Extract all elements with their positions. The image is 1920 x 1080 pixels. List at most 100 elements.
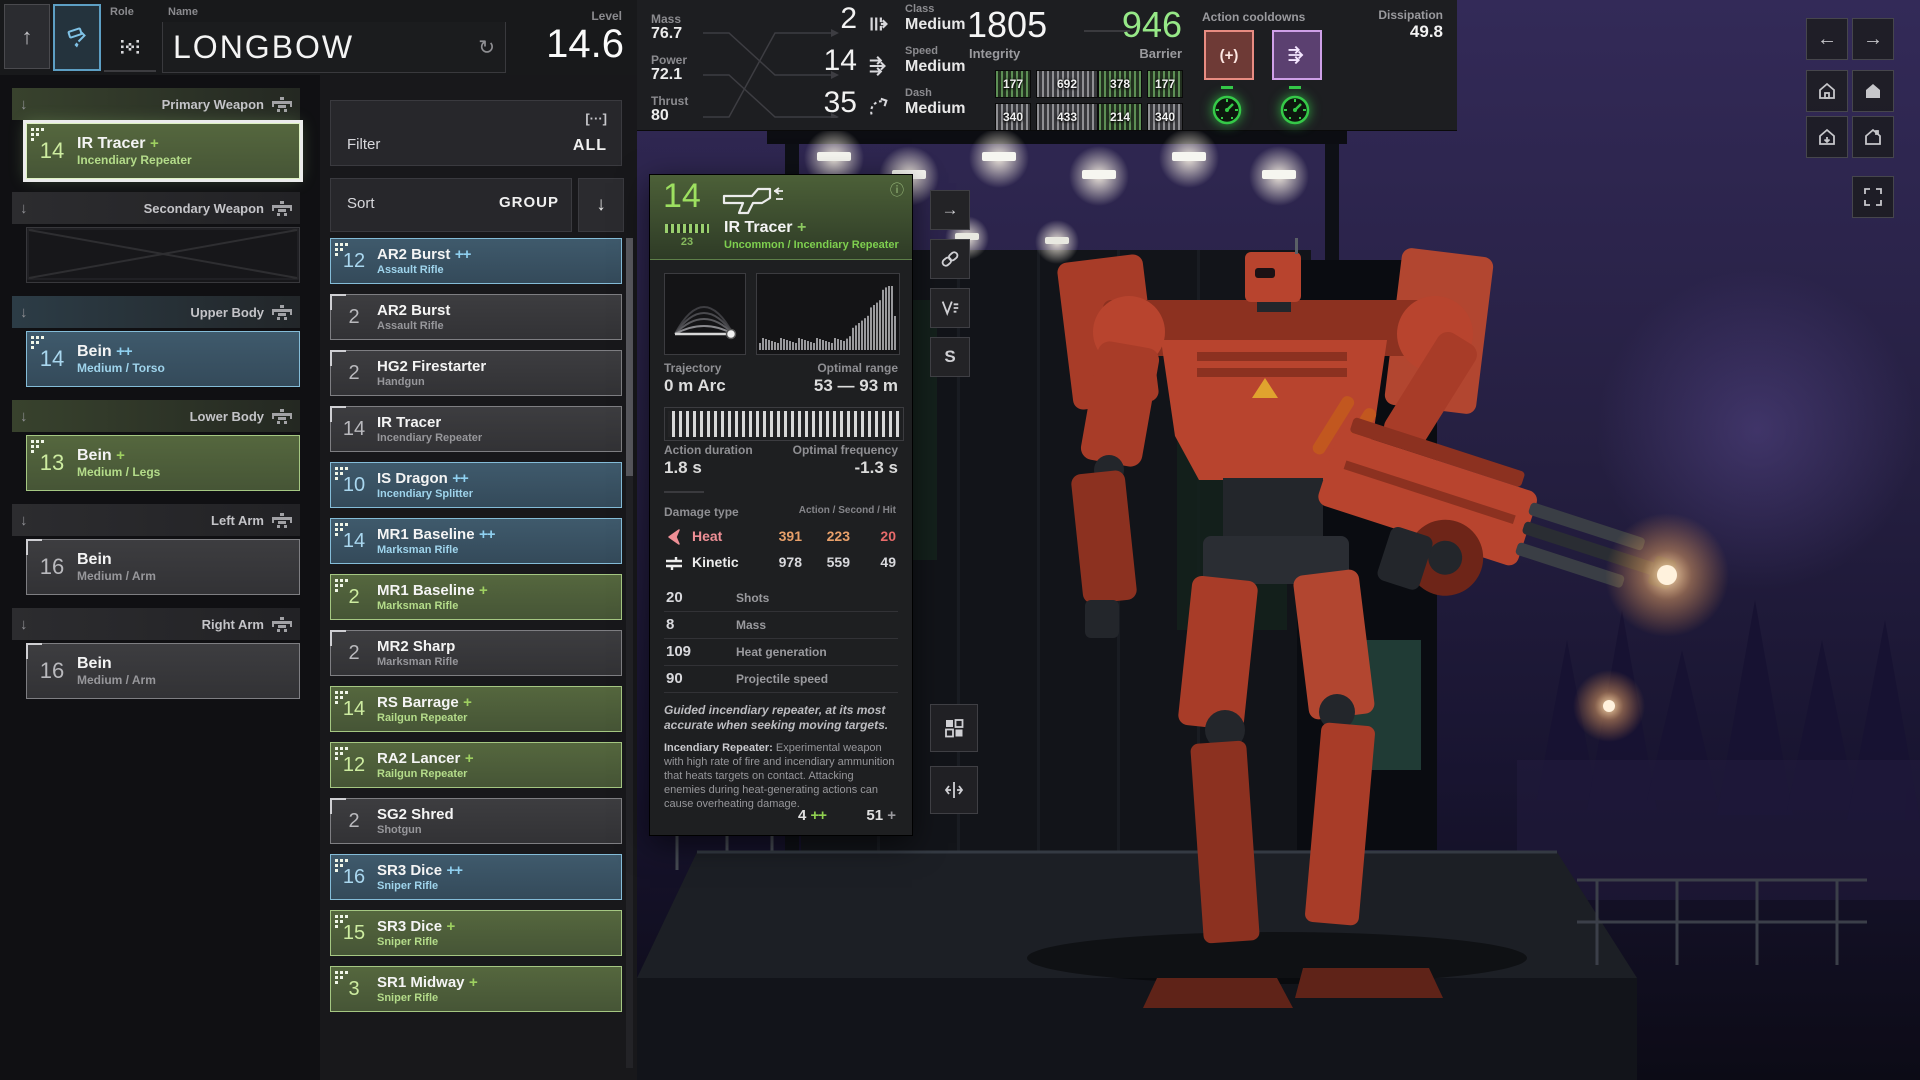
detail-rarity-line: Uncommon / Incendiary Repeater [724, 239, 899, 251]
cooldown-dash-button[interactable] [1272, 30, 1322, 80]
corner-dots [335, 691, 338, 694]
weapon-list-item[interactable]: 10 IS Dragon ++ Incendiary Splitter [330, 462, 622, 508]
variant-button[interactable] [930, 288, 970, 328]
filter-control[interactable]: Filter [···] ALL [330, 100, 622, 166]
vitals-block: 340 [1147, 103, 1183, 131]
vitals-block: 177 [1147, 70, 1183, 98]
corner-dots [335, 747, 338, 750]
item-level: 14 [27, 346, 77, 372]
plus-paren-icon: (+) [1220, 47, 1239, 64]
equipped-item[interactable]: 14 Bein ++ Medium / Torso [26, 331, 300, 387]
filter-label: Filter [347, 136, 380, 153]
stat-value: 8 [666, 616, 674, 633]
weapon-list-item[interactable]: 2 MR2 Sharp Marksman Rifle [330, 630, 622, 676]
dash-icon [867, 96, 891, 120]
weapon-list-item[interactable]: 12 RA2 Lancer + Railgun Repeater [330, 742, 622, 788]
item-level: 10 [331, 474, 377, 497]
unit-name-field[interactable]: LONGBOW ↻ [162, 22, 506, 73]
stat-label: Projectile speed [736, 672, 828, 686]
expand-icon [1861, 185, 1885, 209]
weapon-list-item[interactable]: 2 MR1 Baseline + Marksman Rifle [330, 574, 622, 620]
power-label: Power [651, 53, 687, 67]
weapon-list-item[interactable]: 14 MR1 Baseline ++ Marksman Rifle [330, 518, 622, 564]
corner-trim [330, 294, 346, 310]
vitals-block: 177 [995, 70, 1031, 98]
kinetic-icon [664, 554, 684, 572]
empty-cross-icon [27, 228, 299, 280]
integrity-value: 1805 [967, 4, 1047, 46]
weapon-list-item[interactable]: 16 SR3 Dice ++ Sniper Rifle [330, 854, 622, 900]
item-subtype: Incendiary Repeater [77, 153, 192, 167]
detail-weapon-name: IR Tracer + [724, 219, 806, 237]
item-subtype: Shotgun [377, 824, 454, 836]
weapon-list-item[interactable]: 14 IR Tracer Incendiary Repeater [330, 406, 622, 452]
vitals-block: 692 [1036, 70, 1098, 98]
item-name: IR Tracer [377, 414, 441, 431]
next-unit-button[interactable]: → [1852, 18, 1894, 60]
power-value: 72.1 [651, 66, 682, 84]
damage-second: 223 [827, 528, 850, 544]
weapon-list-item[interactable]: 2 HG2 Firestarter Handgun [330, 350, 622, 396]
vitals-block: 433 [1036, 103, 1098, 131]
equipped-item[interactable]: 14 IR Tracer + Incendiary Repeater [26, 123, 300, 179]
prev-unit-button[interactable]: ← [1806, 18, 1848, 60]
base-alt-button[interactable] [1852, 116, 1894, 158]
corner-dots [31, 128, 34, 131]
vitals-block-value: 177 [1003, 77, 1023, 91]
weapon-list-item[interactable]: 12 AR2 Burst ++ Assault Rifle [330, 238, 622, 284]
item-level: 13 [27, 450, 77, 476]
item-rarity-plus: ++ [116, 343, 132, 360]
weapon-list-item[interactable]: 15 SR3 Dice + Sniper Rifle [330, 910, 622, 956]
item-subtype: Medium / Arm [77, 673, 156, 687]
weapon-list: 12 AR2 Burst ++ Assault Rifle 2 AR2 Burs… [330, 238, 622, 1022]
class-icon [867, 12, 891, 36]
sort-control[interactable]: Sort GROUP [330, 178, 572, 232]
item-name: Bein [77, 447, 112, 464]
down-arrow-icon: ↓ [596, 194, 606, 216]
corner-dots [335, 915, 338, 918]
role-selector[interactable] [104, 24, 156, 72]
corner-trim [330, 798, 346, 814]
weapon-list-item[interactable]: 14 RS Barrage + Railgun Repeater [330, 686, 622, 732]
modules-grid-button[interactable] [930, 704, 978, 752]
link-button[interactable] [930, 239, 970, 279]
sort-direction-button[interactable]: ↓ [578, 178, 624, 232]
cooldown-heat-button[interactable]: (+) [1204, 30, 1254, 80]
item-subtype: Handgun [377, 376, 486, 388]
down-arrow-icon: ↓ [20, 616, 46, 633]
expand-view-button[interactable] [1852, 176, 1894, 218]
list-scrollbar-thumb[interactable] [626, 238, 633, 476]
base-view-button[interactable] [1806, 70, 1848, 112]
item-name: MR1 Baseline [377, 582, 475, 599]
thrust-value: 80 [651, 107, 669, 125]
randomize-name-icon[interactable]: ↻ [478, 35, 505, 60]
slot-title: Secondary Weapon [46, 201, 272, 216]
equipped-item[interactable]: 13 Bein + Medium / Legs [26, 435, 300, 491]
equipped-item[interactable]: 16 Bein Medium / Arm [26, 539, 300, 595]
item-rarity-plus: + [116, 447, 124, 464]
unit-name: LONGBOW [163, 29, 478, 66]
salvage-button[interactable]: S [930, 337, 970, 377]
base-filled-button[interactable] [1852, 70, 1894, 112]
empty-slot[interactable] [26, 227, 300, 283]
info-icon[interactable]: ⓘ [890, 180, 904, 200]
stat-label: Shots [736, 591, 769, 605]
corner-trim [26, 643, 42, 659]
paint-button[interactable] [53, 4, 101, 71]
weapon-list-item[interactable]: 2 SG2 Shred Shotgun [330, 798, 622, 844]
unit-header-bar: ↑ Role Name LONGBOW ↻ Level 14.6 [0, 0, 637, 75]
equipped-item[interactable]: 16 Bein Medium / Arm [26, 643, 300, 699]
item-name: Bein [77, 551, 112, 568]
stat-value: 20 [666, 589, 683, 606]
frame-view-button[interactable] [930, 766, 978, 814]
item-name: HG2 Firestarter [377, 358, 486, 375]
back-button[interactable]: ↑ [4, 4, 50, 69]
equip-button[interactable]: → [930, 190, 970, 230]
item-name: IS Dragon [377, 470, 448, 487]
salvage-icon: S [944, 347, 955, 367]
base-store-button[interactable] [1806, 116, 1848, 158]
weapon-list-item[interactable]: 3 SR1 Midway + Sniper Rifle [330, 966, 622, 1012]
mech-part-icon [272, 617, 292, 632]
optimal-frequency-value: -1.3 s [855, 458, 898, 478]
weapon-list-item[interactable]: 2 AR2 Burst Assault Rifle [330, 294, 622, 340]
